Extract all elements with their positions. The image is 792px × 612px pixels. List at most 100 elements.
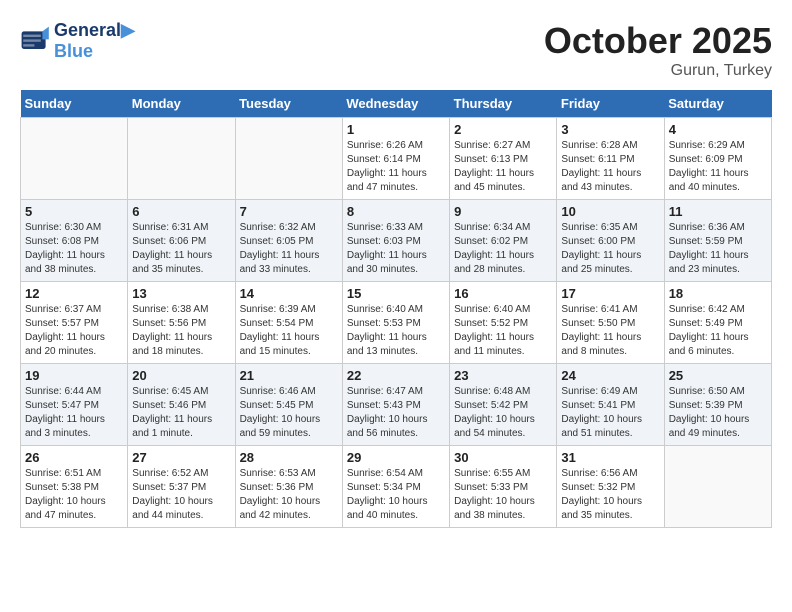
calendar-week-row: 5 Sunrise: 6:30 AM Sunset: 6:08 PM Daylig… <box>21 200 772 282</box>
weekday-header-saturday: Saturday <box>664 90 771 118</box>
day-info: Sunrise: 6:28 AM Sunset: 6:11 PM Dayligh… <box>561 139 659 195</box>
day-info: Sunrise: 6:51 AM Sunset: 5:38 PM Dayligh… <box>25 467 123 523</box>
day-number: 19 <box>25 368 123 383</box>
day-number: 5 <box>25 204 123 219</box>
day-info: Sunrise: 6:52 AM Sunset: 5:37 PM Dayligh… <box>132 467 230 523</box>
day-info: Sunrise: 6:44 AM Sunset: 5:47 PM Dayligh… <box>25 385 123 441</box>
day-info: Sunrise: 6:45 AM Sunset: 5:46 PM Dayligh… <box>132 385 230 441</box>
calendar-cell: 6 Sunrise: 6:31 AM Sunset: 6:06 PM Daylig… <box>128 200 235 282</box>
day-info: Sunrise: 6:32 AM Sunset: 6:05 PM Dayligh… <box>240 221 338 277</box>
calendar-cell: 29 Sunrise: 6:54 AM Sunset: 5:34 PM Dayli… <box>342 446 449 528</box>
calendar-cell: 10 Sunrise: 6:35 AM Sunset: 6:00 PM Dayli… <box>557 200 664 282</box>
day-number: 18 <box>669 286 767 301</box>
day-number: 29 <box>347 450 445 465</box>
calendar-cell <box>21 118 128 200</box>
day-info: Sunrise: 6:42 AM Sunset: 5:49 PM Dayligh… <box>669 303 767 359</box>
weekday-header-wednesday: Wednesday <box>342 90 449 118</box>
day-info: Sunrise: 6:40 AM Sunset: 5:52 PM Dayligh… <box>454 303 552 359</box>
day-number: 31 <box>561 450 659 465</box>
day-info: Sunrise: 6:30 AM Sunset: 6:08 PM Dayligh… <box>25 221 123 277</box>
calendar-cell: 18 Sunrise: 6:42 AM Sunset: 5:49 PM Dayli… <box>664 282 771 364</box>
day-number: 2 <box>454 122 552 137</box>
month-title: October 2025 <box>544 20 772 62</box>
calendar-cell <box>664 446 771 528</box>
day-info: Sunrise: 6:26 AM Sunset: 6:14 PM Dayligh… <box>347 139 445 195</box>
calendar-header-row: SundayMondayTuesdayWednesdayThursdayFrid… <box>21 90 772 118</box>
day-info: Sunrise: 6:33 AM Sunset: 6:03 PM Dayligh… <box>347 221 445 277</box>
day-number: 6 <box>132 204 230 219</box>
logo-icon <box>20 25 52 57</box>
day-info: Sunrise: 6:48 AM Sunset: 5:42 PM Dayligh… <box>454 385 552 441</box>
day-info: Sunrise: 6:35 AM Sunset: 6:00 PM Dayligh… <box>561 221 659 277</box>
calendar-week-row: 26 Sunrise: 6:51 AM Sunset: 5:38 PM Dayli… <box>21 446 772 528</box>
weekday-header-sunday: Sunday <box>21 90 128 118</box>
day-number: 11 <box>669 204 767 219</box>
day-info: Sunrise: 6:27 AM Sunset: 6:13 PM Dayligh… <box>454 139 552 195</box>
calendar-cell: 17 Sunrise: 6:41 AM Sunset: 5:50 PM Dayli… <box>557 282 664 364</box>
calendar-cell: 26 Sunrise: 6:51 AM Sunset: 5:38 PM Dayli… <box>21 446 128 528</box>
calendar-cell: 8 Sunrise: 6:33 AM Sunset: 6:03 PM Daylig… <box>342 200 449 282</box>
calendar-cell: 28Sunrise: 6:53 AM Sunset: 5:36 PM Dayli… <box>235 446 342 528</box>
calendar-cell: 14Sunrise: 6:39 AM Sunset: 5:54 PM Dayli… <box>235 282 342 364</box>
day-number: 12 <box>25 286 123 301</box>
calendar-cell: 7 Sunrise: 6:32 AM Sunset: 6:05 PM Daylig… <box>235 200 342 282</box>
weekday-header-tuesday: Tuesday <box>235 90 342 118</box>
day-number: 27 <box>132 450 230 465</box>
day-number: 30 <box>454 450 552 465</box>
weekday-header-friday: Friday <box>557 90 664 118</box>
day-number: 9 <box>454 204 552 219</box>
calendar-table: SundayMondayTuesdayWednesdayThursdayFrid… <box>20 90 772 528</box>
day-info: Sunrise: 6:50 AM Sunset: 5:39 PM Dayligh… <box>669 385 767 441</box>
calendar-cell: 5 Sunrise: 6:30 AM Sunset: 6:08 PM Daylig… <box>21 200 128 282</box>
day-info: Sunrise: 6:56 AM Sunset: 5:32 PM Dayligh… <box>561 467 659 523</box>
calendar-cell: 22Sunrise: 6:47 AM Sunset: 5:43 PM Dayli… <box>342 364 449 446</box>
calendar-cell: 30 Sunrise: 6:55 AM Sunset: 5:33 PM Dayli… <box>450 446 557 528</box>
day-number: 25 <box>669 368 767 383</box>
calendar-cell: 27 Sunrise: 6:52 AM Sunset: 5:37 PM Dayli… <box>128 446 235 528</box>
day-number: 26 <box>25 450 123 465</box>
calendar-cell: 15Sunrise: 6:40 AM Sunset: 5:53 PM Dayli… <box>342 282 449 364</box>
calendar-week-row: 12 Sunrise: 6:37 AM Sunset: 5:57 PM Dayli… <box>21 282 772 364</box>
calendar-cell: 11Sunrise: 6:36 AM Sunset: 5:59 PM Dayli… <box>664 200 771 282</box>
page-header: General▶ Blue October 2025 Gurun, Turkey <box>20 20 772 80</box>
calendar-cell: 20 Sunrise: 6:45 AM Sunset: 5:46 PM Dayli… <box>128 364 235 446</box>
day-number: 14 <box>240 286 338 301</box>
weekday-header-monday: Monday <box>128 90 235 118</box>
calendar-cell: 4 Sunrise: 6:29 AM Sunset: 6:09 PM Daylig… <box>664 118 771 200</box>
day-info: Sunrise: 6:54 AM Sunset: 5:34 PM Dayligh… <box>347 467 445 523</box>
day-info: Sunrise: 6:31 AM Sunset: 6:06 PM Dayligh… <box>132 221 230 277</box>
day-info: Sunrise: 6:47 AM Sunset: 5:43 PM Dayligh… <box>347 385 445 441</box>
calendar-cell: 9 Sunrise: 6:34 AM Sunset: 6:02 PM Daylig… <box>450 200 557 282</box>
location-subtitle: Gurun, Turkey <box>544 62 772 80</box>
calendar-week-row: 19 Sunrise: 6:44 AM Sunset: 5:47 PM Dayli… <box>21 364 772 446</box>
day-info: Sunrise: 6:55 AM Sunset: 5:33 PM Dayligh… <box>454 467 552 523</box>
day-number: 10 <box>561 204 659 219</box>
day-info: Sunrise: 6:29 AM Sunset: 6:09 PM Dayligh… <box>669 139 767 195</box>
logo: General▶ Blue <box>20 20 135 62</box>
calendar-cell: 3Sunrise: 6:28 AM Sunset: 6:11 PM Daylig… <box>557 118 664 200</box>
calendar-cell: 13Sunrise: 6:38 AM Sunset: 5:56 PM Dayli… <box>128 282 235 364</box>
calendar-cell: 12 Sunrise: 6:37 AM Sunset: 5:57 PM Dayli… <box>21 282 128 364</box>
day-number: 20 <box>132 368 230 383</box>
day-number: 16 <box>454 286 552 301</box>
day-number: 8 <box>347 204 445 219</box>
day-number: 7 <box>240 204 338 219</box>
day-number: 17 <box>561 286 659 301</box>
day-info: Sunrise: 6:34 AM Sunset: 6:02 PM Dayligh… <box>454 221 552 277</box>
day-number: 24 <box>561 368 659 383</box>
day-info: Sunrise: 6:53 AM Sunset: 5:36 PM Dayligh… <box>240 467 338 523</box>
day-number: 23 <box>454 368 552 383</box>
calendar-cell: 2 Sunrise: 6:27 AM Sunset: 6:13 PM Daylig… <box>450 118 557 200</box>
day-number: 4 <box>669 122 767 137</box>
day-info: Sunrise: 6:41 AM Sunset: 5:50 PM Dayligh… <box>561 303 659 359</box>
day-number: 13 <box>132 286 230 301</box>
title-block: October 2025 Gurun, Turkey <box>544 20 772 80</box>
calendar-cell: 1Sunrise: 6:26 AM Sunset: 6:14 PM Daylig… <box>342 118 449 200</box>
day-info: Sunrise: 6:37 AM Sunset: 5:57 PM Dayligh… <box>25 303 123 359</box>
calendar-week-row: 1Sunrise: 6:26 AM Sunset: 6:14 PM Daylig… <box>21 118 772 200</box>
weekday-header-thursday: Thursday <box>450 90 557 118</box>
calendar-cell: 21Sunrise: 6:46 AM Sunset: 5:45 PM Dayli… <box>235 364 342 446</box>
calendar-cell <box>128 118 235 200</box>
calendar-cell: 23 Sunrise: 6:48 AM Sunset: 5:42 PM Dayli… <box>450 364 557 446</box>
day-number: 15 <box>347 286 445 301</box>
